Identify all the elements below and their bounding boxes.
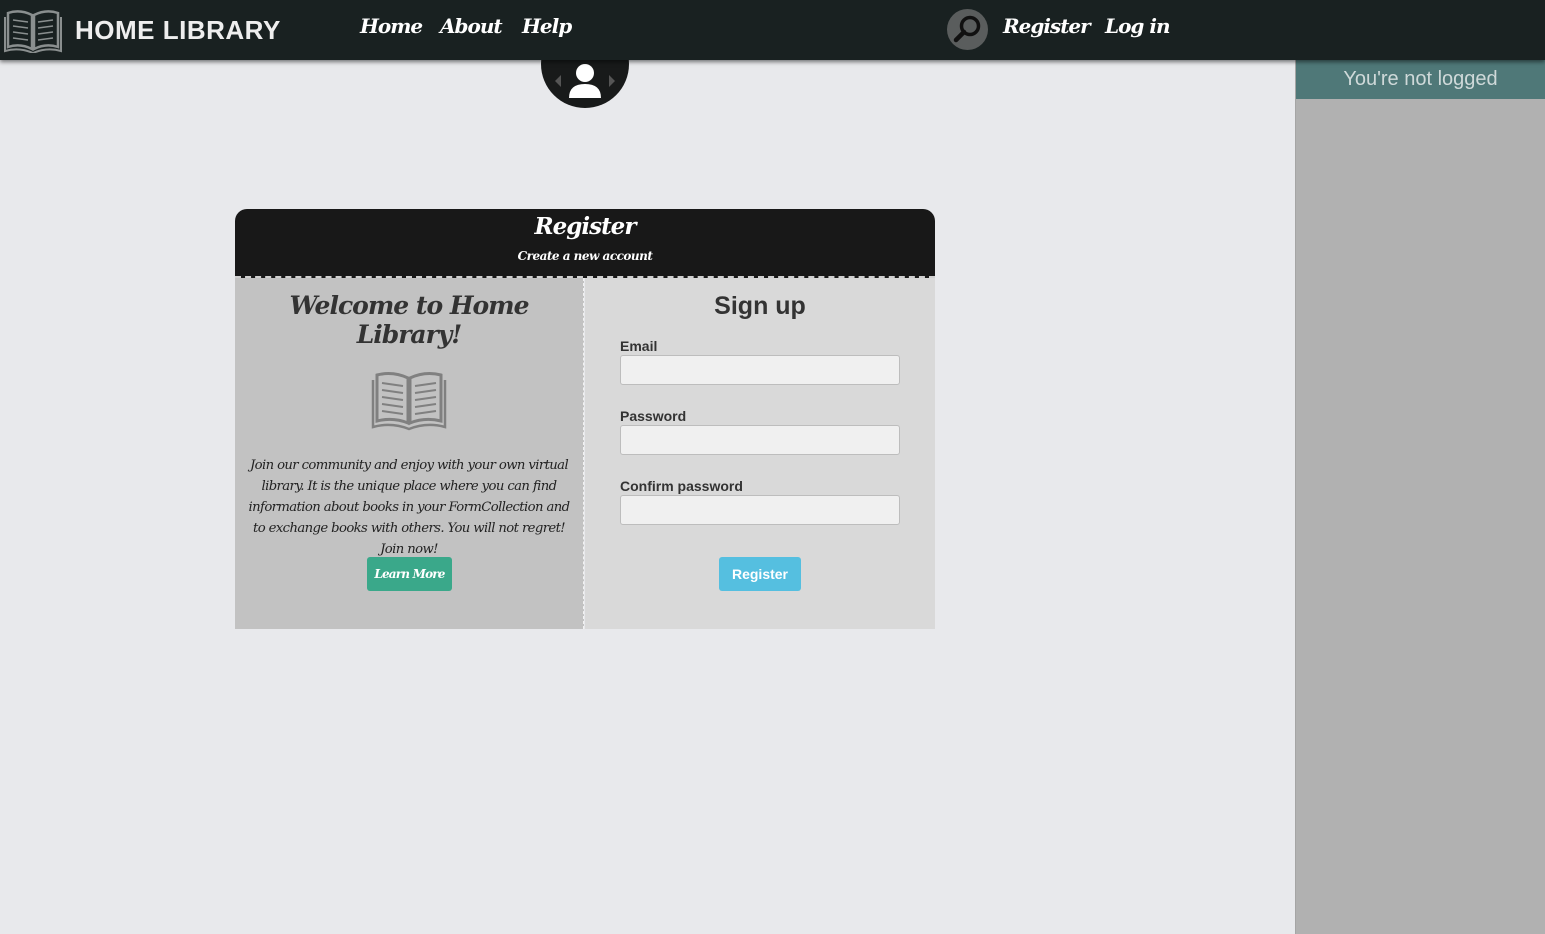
open-book-icon: [4, 10, 62, 53]
nav-about-link[interactable]: About: [440, 14, 503, 38]
welcome-title: Welcome to Home Library!: [289, 291, 530, 349]
welcome-pane: Welcome to Home Library! Join our commun…: [235, 278, 584, 629]
signup-pane: Sign up Email Password Confirm password …: [585, 278, 935, 629]
password-field[interactable]: [620, 425, 900, 455]
card-title: Register: [534, 213, 637, 240]
brand-title: HOME LIBRARY: [75, 14, 281, 45]
nav-home-link[interactable]: Home: [360, 14, 423, 38]
top-navbar: HOME LIBRARY Home About Help Register Lo…: [0, 0, 1545, 60]
card-body: Welcome to Home Library! Join our commun…: [235, 278, 935, 629]
card-header: Register Create a new account: [235, 209, 935, 278]
confirm-password-field[interactable]: [620, 495, 900, 525]
search-icon: [953, 15, 981, 43]
nav-login-link[interactable]: Log in: [1105, 14, 1170, 38]
password-label: Password: [620, 408, 687, 424]
nav-register-link[interactable]: Register: [1003, 14, 1091, 38]
brand[interactable]: HOME LIBRARY: [4, 4, 281, 56]
register-card: Register Create a new account Welcome to…: [235, 209, 935, 629]
nav-help-link[interactable]: Help: [522, 14, 572, 38]
card-subtitle: Create a new account: [517, 249, 653, 263]
signup-title: Sign up: [714, 292, 806, 320]
welcome-text: Join our community and enjoy with your o…: [248, 458, 571, 557]
confirm-password-label: Confirm password: [620, 478, 743, 494]
learn-more-button[interactable]: Learn More: [367, 557, 452, 591]
email-label: Email: [620, 338, 658, 354]
book-icon: [371, 372, 447, 431]
right-sidebar: You're not logged: [1295, 60, 1545, 934]
register-button[interactable]: Register: [719, 557, 801, 591]
email-field[interactable]: [620, 355, 900, 385]
login-status: You're not logged: [1296, 60, 1545, 99]
search-button[interactable]: [947, 9, 988, 50]
